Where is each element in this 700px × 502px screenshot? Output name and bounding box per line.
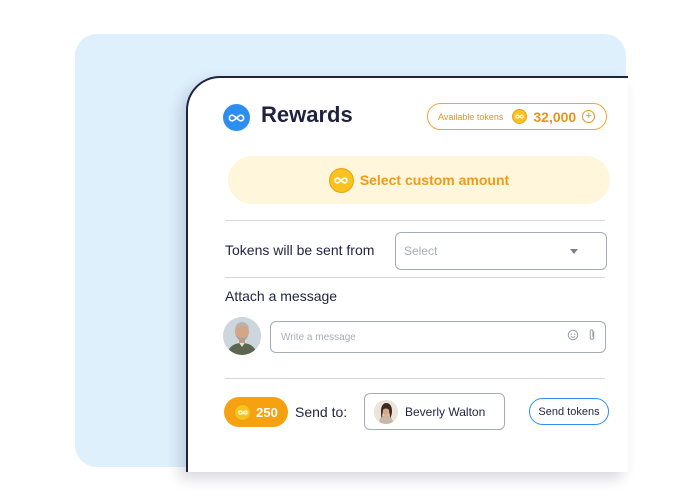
token-amount-badge: 250	[224, 397, 288, 427]
sent-from-label: Tokens will be sent from	[225, 242, 375, 258]
page-title: Rewards	[261, 102, 353, 127]
coin-icon	[328, 167, 354, 193]
available-tokens-label: Available tokens	[438, 111, 504, 122]
coin-icon	[234, 403, 252, 421]
available-tokens-amount: 32,000	[533, 108, 577, 125]
sent-from-select[interactable]: Select	[395, 232, 607, 270]
infinity-icon	[223, 104, 250, 131]
select-custom-amount-button[interactable]: Select custom amount	[228, 156, 610, 204]
avatar	[223, 317, 261, 355]
message-input-field[interactable]	[270, 321, 606, 353]
send-tokens-button[interactable]: Send tokens	[529, 398, 609, 425]
divider	[225, 378, 605, 379]
divider	[225, 277, 605, 278]
paperclip-icon[interactable]	[587, 328, 597, 347]
attach-message-label: Attach a message	[225, 288, 338, 304]
send-to-label: Send to:	[295, 404, 348, 420]
smile-icon[interactable]	[567, 328, 579, 346]
available-tokens-badge: Available tokens 32,000 +	[427, 103, 607, 130]
recipient-selector[interactable]: Beverly Walton	[364, 393, 505, 430]
coin-icon	[512, 109, 528, 124]
message-input[interactable]	[281, 331, 567, 343]
recipient-name: Beverly Walton	[405, 404, 486, 419]
divider	[225, 220, 605, 221]
avatar	[374, 399, 398, 424]
plus-circle-icon[interactable]: +	[582, 110, 596, 123]
rewards-card: Rewards Available tokens 32,000 + Select…	[186, 76, 628, 472]
chevron-down-icon	[570, 248, 578, 254]
select-custom-amount-label: Select custom amount	[359, 172, 510, 188]
sent-from-placeholder: Select	[404, 244, 438, 258]
token-amount: 250	[256, 404, 278, 420]
